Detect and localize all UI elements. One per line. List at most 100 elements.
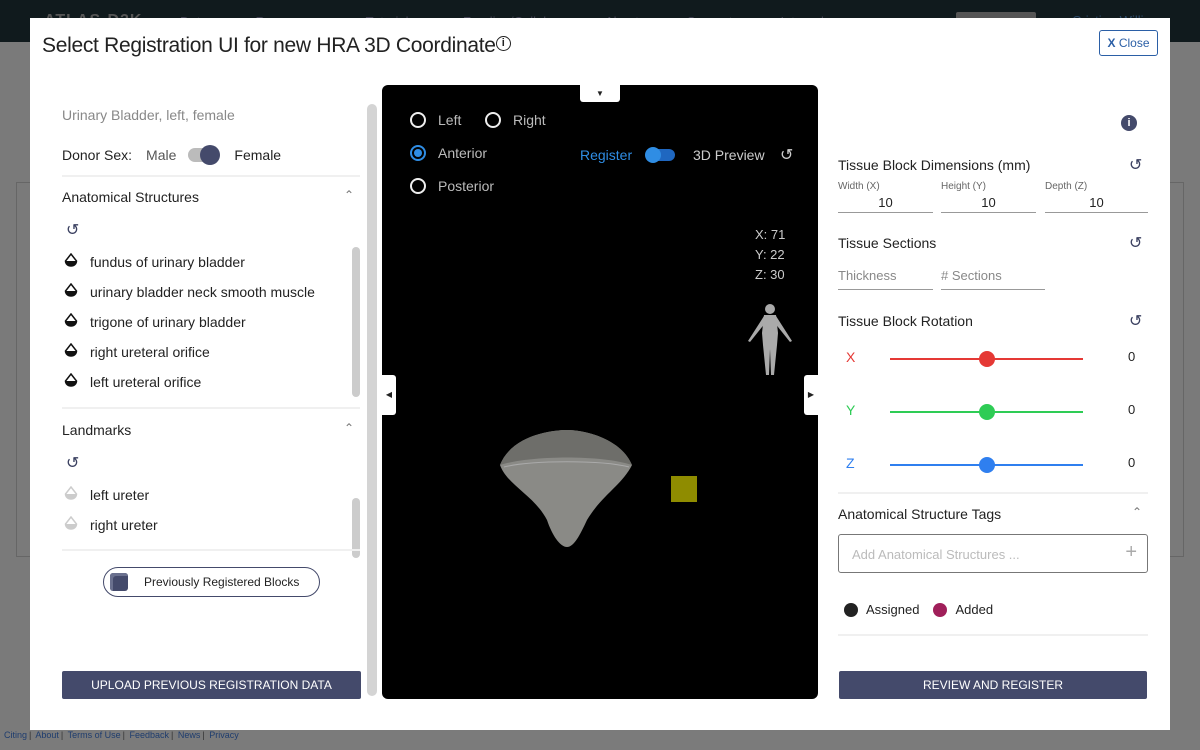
previously-registered-blocks-button[interactable]: Previously Registered Blocks [103,567,320,597]
reset-icon[interactable]: ↻ [66,220,79,240]
coordinate-readout: X: 71 Y: 22 Z: 30 [755,225,785,285]
footer-link-feedback[interactable]: Feedback [129,730,169,740]
opacity-drop-icon[interactable] [64,343,90,360]
registration-modal: Select Registration UI for new HRA 3D Co… [30,18,1170,730]
depth-label: Depth (Z) [1045,181,1088,192]
anatomical-structure-item[interactable]: fundus of urinary bladder [64,253,245,270]
assigned-dot-icon [844,602,858,617]
footer-link-terms[interactable]: Terms of Use [68,730,121,740]
landmarks-header[interactable]: Landmarks [62,422,131,438]
3d-viewer[interactable]: ▼ ◀ ▶ Left Right Anterior Posterior Regi… [382,85,818,699]
coord-x: X: 71 [755,227,786,242]
rotation-slider-y[interactable]: Y0 [838,401,1138,421]
anatomical-structure-item[interactable]: left ureteral orifice [64,373,201,390]
donor-sex-toggle[interactable] [188,145,221,165]
anatomical-structure-item[interactable]: trigone of urinary bladder [64,313,246,330]
item-label: right ureter [90,516,158,533]
divider [62,549,360,551]
tags-placeholder: Add Anatomical Structures ... [852,547,1020,562]
reset-view-icon[interactable]: ↻ [780,145,793,165]
rotation-value: 0 [1128,402,1136,417]
radio-label: Anterior [438,145,488,161]
modal-title: Select Registration UI for new HRA 3D Co… [42,34,511,58]
add-anatomical-structures-input[interactable]: Add Anatomical Structures ... + [838,534,1148,573]
width-label: Width (X) [838,181,880,192]
footer-link-citing[interactable]: Citing [4,730,27,740]
coord-y: Y: 22 [755,247,785,262]
left-panel-scrollbar[interactable] [367,104,377,696]
view-radio-left[interactable]: Left [410,112,461,128]
organ-subtitle: Urinary Bladder, left, female [62,107,235,123]
rotation-value: 0 [1128,349,1136,364]
view-radio-anterior[interactable]: Anterior [410,145,487,161]
thickness-input[interactable]: Thickness [838,268,933,290]
upload-registration-button[interactable]: UPLOAD PREVIOUS REGISTRATION DATA [62,671,361,699]
reset-dimensions-icon[interactable]: ↻ [1129,155,1142,175]
sections-count-input[interactable]: # Sections [941,268,1045,290]
slider-thumb[interactable] [978,457,995,473]
info-icon[interactable]: i [495,36,511,51]
height-value[interactable]: 10 [941,193,1036,213]
landmark-item[interactable]: right ureter [64,516,158,533]
close-label: Close [1118,36,1150,50]
body-figure-icon[interactable] [744,303,796,377]
opacity-drop-icon[interactable] [64,283,90,300]
bladder-model[interactable] [492,425,637,550]
anatomical-structure-item[interactable]: right ureteral orifice [64,343,210,360]
anatomical-structure-item[interactable]: urinary bladder neck smooth muscle [64,283,315,300]
slider-thumb[interactable] [978,404,995,420]
tissue-sections-header: Tissue Sections [838,235,937,251]
height-label: Height (Y) [941,181,987,192]
footer-link-privacy[interactable]: Privacy [209,730,239,740]
radio-label: Right [513,112,546,128]
depth-value[interactable]: 10 [1045,193,1148,213]
anatomical-scrollbar[interactable] [352,247,360,397]
reset-rotation-icon[interactable]: ↻ [1129,311,1142,331]
item-label: left ureter [90,486,150,503]
slider-thumb[interactable] [978,351,995,367]
rotation-slider-z[interactable]: Z0 [838,454,1138,474]
view-radio-right[interactable]: Right [485,112,546,128]
width-value[interactable]: 10 [838,193,933,213]
axis-label: Y [846,402,856,418]
item-label: right ureteral orifice [90,343,210,360]
collapse-right-button[interactable]: ▶ [804,375,818,415]
anatomical-structures-header[interactable]: Anatomical Structures [62,189,199,205]
footer-link-about[interactable]: About [35,730,59,740]
3d-preview-label: 3D Preview [693,147,765,163]
assigned-label: Assigned [866,602,920,617]
close-x-icon: X [1107,36,1116,50]
opacity-drop-icon[interactable] [64,516,90,533]
female-label: Female [234,147,282,163]
review-and-register-button[interactable]: REVIEW AND REGISTER [839,671,1147,699]
plus-icon[interactable]: + [1125,541,1137,564]
footer-link-news[interactable]: News [178,730,201,740]
divider [838,634,1148,636]
rotation-slider-x[interactable]: X0 [838,348,1138,368]
close-button[interactable]: X Close [1099,30,1158,56]
opacity-drop-icon[interactable] [64,373,90,390]
landmark-item[interactable]: left ureter [64,486,149,503]
reset-sections-icon[interactable]: ↻ [1129,233,1142,253]
chevron-up-icon[interactable]: ⌃ [344,188,354,202]
width-field[interactable]: Width (X) 10 [838,181,933,213]
register-preview-toggle[interactable] [645,147,675,163]
chevron-up-icon[interactable]: ⌃ [344,421,354,435]
collapse-left-button[interactable]: ◀ [382,375,396,415]
tissue-block-rotation-header: Tissue Block Rotation [838,313,973,329]
depth-field[interactable]: Depth (Z) 10 [1045,181,1148,213]
tissue-block[interactable] [671,476,697,502]
opacity-drop-icon[interactable] [64,253,90,270]
axis-label: Z [846,455,855,471]
opacity-drop-icon[interactable] [64,313,90,330]
divider [838,492,1148,494]
chevron-up-icon[interactable]: ⌃ [1132,505,1142,519]
opacity-drop-icon[interactable] [64,486,90,503]
added-dot-icon [933,602,948,617]
item-label: fundus of urinary bladder [90,253,245,270]
collapse-top-button[interactable]: ▼ [580,85,620,102]
reset-icon[interactable]: ↻ [66,453,79,473]
height-field[interactable]: Height (Y) 10 [941,181,1036,213]
view-radio-posterior[interactable]: Posterior [410,178,494,194]
info-icon[interactable]: i [1121,115,1137,131]
